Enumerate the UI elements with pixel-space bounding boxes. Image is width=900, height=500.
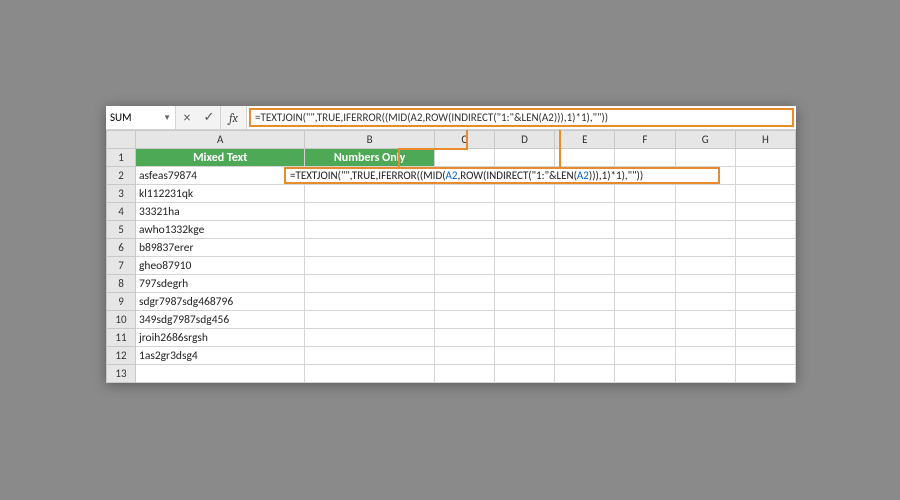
cell-F1[interactable] [615,149,675,167]
cell-A2[interactable]: asfeas79874 [135,167,304,185]
row-header-2[interactable]: 2 [107,167,136,185]
cell-A10[interactable]: 349sdg7987sdg456 [135,311,304,329]
row-header-11[interactable]: 11 [107,329,136,347]
cell-B7[interactable] [305,257,434,275]
col-header-A[interactable]: A [135,131,304,149]
callout-line [466,130,468,148]
row-header-8[interactable]: 8 [107,275,136,293]
cancel-icon[interactable]: × [176,106,198,129]
callout-line [398,148,468,150]
row-12: 12 1as2gr3dsg4 [107,347,796,365]
cell-B13[interactable] [305,365,434,383]
row-7: 7 gheo87910 [107,257,796,275]
row-header-1[interactable]: 1 [107,149,136,167]
row-3: 3 kl112231qk [107,185,796,203]
row-4: 4 33321ha [107,203,796,221]
cell-A8[interactable]: 797sdegrh [135,275,304,293]
cell-formula-overlay[interactable]: =TEXTJOIN("",TRUE,IFERROR((MID(A2,ROW(IN… [284,167,720,184]
formula-bar-highlight: =TEXTJOIN("",TRUE,IFERROR((MID(A2,ROW(IN… [249,108,794,127]
col-header-E[interactable]: E [555,131,615,149]
row-header-9[interactable]: 9 [107,293,136,311]
cell-A6[interactable]: b89837erer [135,239,304,257]
row-13: 13 [107,365,796,383]
select-all-corner[interactable] [107,131,136,149]
cell-B6[interactable] [305,239,434,257]
header-numbers-only[interactable]: Numbers Only [305,149,434,167]
cell-E1[interactable] [555,149,615,167]
row-header-5[interactable]: 5 [107,221,136,239]
cell-C1[interactable] [434,149,494,167]
header-mixed-text[interactable]: Mixed Text [135,149,304,167]
worksheet-grid[interactable]: A B C D E F G H 1 Mixed Text Numbers Onl… [106,130,796,383]
col-header-G[interactable]: G [675,131,735,149]
row-11: 11 jroih2686srgsh [107,329,796,347]
cell-C3[interactable] [434,185,494,203]
cell-B8[interactable] [305,275,434,293]
row-header-7[interactable]: 7 [107,257,136,275]
cell-B5[interactable] [305,221,434,239]
callout-line [559,130,561,167]
row-header-6[interactable]: 6 [107,239,136,257]
formula-bar-buttons: × ✓ [176,106,221,129]
row-1: 1 Mixed Text Numbers Only [107,149,796,167]
cell-A12[interactable]: 1as2gr3dsg4 [135,347,304,365]
callout-line [398,148,400,167]
row-header-4[interactable]: 4 [107,203,136,221]
formula-bar-row: SUM ▼ × ✓ fx =TEXTJOIN("",TRUE,IFERROR((… [106,106,796,130]
cell-B11[interactable] [305,329,434,347]
row-header-3[interactable]: 3 [107,185,136,203]
excel-window: SUM ▼ × ✓ fx =TEXTJOIN("",TRUE,IFERROR((… [106,106,796,383]
cell-G1[interactable] [675,149,735,167]
row-header-12[interactable]: 12 [107,347,136,365]
cell-A9[interactable]: sdgr7987sdg468796 [135,293,304,311]
cell-A3[interactable]: kl112231qk [135,185,304,203]
cell-H1[interactable] [735,149,795,167]
cell-A13[interactable] [135,365,304,383]
cell-B10[interactable] [305,311,434,329]
cell-A4[interactable]: 33321ha [135,203,304,221]
row-9: 9 sdgr7987sdg468796 [107,293,796,311]
name-box-value: SUM [110,111,132,124]
cell-A7[interactable]: gheo87910 [135,257,304,275]
row-8: 8 797sdegrh [107,275,796,293]
row-6: 6 b89837erer [107,239,796,257]
col-header-H[interactable]: H [735,131,795,149]
row-5: 5 awho1332kge [107,221,796,239]
col-header-F[interactable]: F [615,131,675,149]
row-10: 10 349sdg7987sdg456 [107,311,796,329]
enter-icon[interactable]: ✓ [198,106,220,129]
cell-B12[interactable] [305,347,434,365]
cell-B4[interactable] [305,203,434,221]
name-box[interactable]: SUM ▼ [106,106,176,129]
cell-A5[interactable]: awho1332kge [135,221,304,239]
name-box-dropdown-icon[interactable]: ▼ [163,113,171,123]
cell-B3[interactable] [305,185,434,203]
cell-H2[interactable] [735,167,795,185]
col-header-D[interactable]: D [494,131,554,149]
formula-bar-input[interactable]: =TEXTJOIN("",TRUE,IFERROR((MID(A2,ROW(IN… [247,106,796,129]
col-header-B[interactable]: B [305,131,434,149]
cell-D1[interactable] [494,149,554,167]
cell-A11[interactable]: jroih2686srgsh [135,329,304,347]
fx-icon[interactable]: fx [221,106,247,129]
row-header-10[interactable]: 10 [107,311,136,329]
col-header-C[interactable]: C [434,131,494,149]
column-header-row: A B C D E F G H [107,131,796,149]
row-header-13[interactable]: 13 [107,365,136,383]
cell-B9[interactable] [305,293,434,311]
formula-bar-text: =TEXTJOIN("",TRUE,IFERROR((MID(A2,ROW(IN… [255,111,608,124]
